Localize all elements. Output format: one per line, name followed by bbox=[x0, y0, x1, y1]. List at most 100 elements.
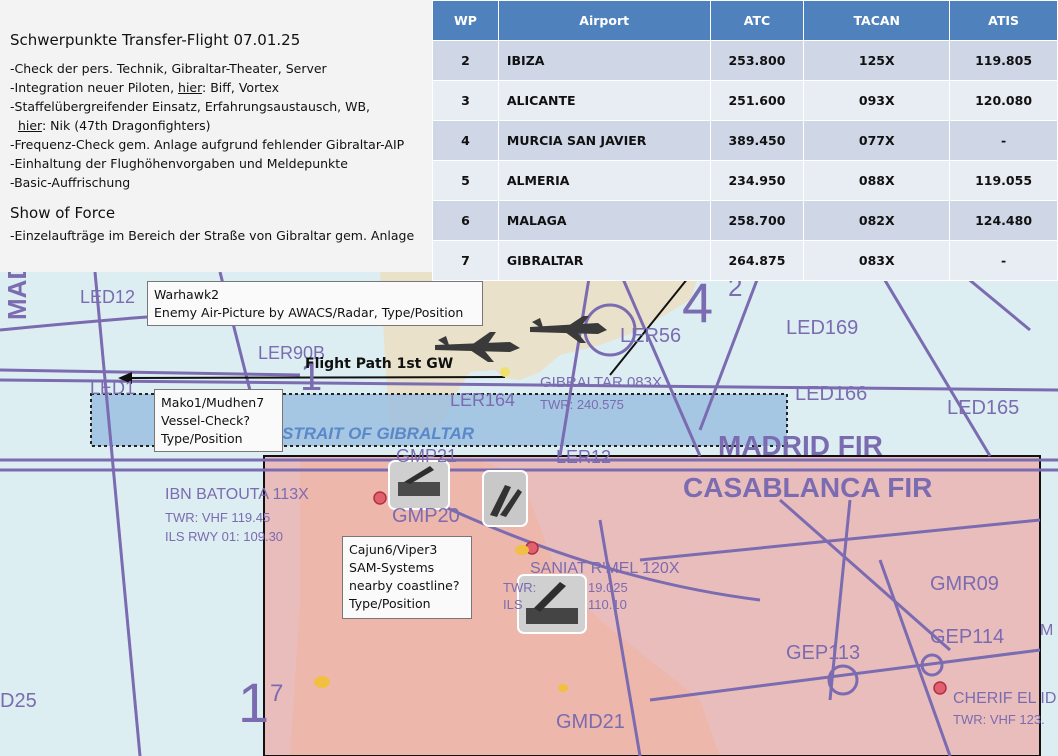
zone-number-1-7: 1 bbox=[238, 671, 270, 734]
briefing-item: -Frequenz-Check gem. Anlage aufgrund feh… bbox=[10, 137, 405, 152]
map-label-ler56: LER56 bbox=[620, 325, 682, 347]
map-label-ibn-batouta: IBN BATOUTA 113X bbox=[165, 486, 309, 503]
cell-tacan: 082X bbox=[803, 200, 951, 241]
table-row: 2 IBIZA 253.800 125X 119.805 bbox=[432, 40, 1058, 81]
cell-airport: GIBRALTAR bbox=[497, 240, 711, 281]
sam-system-image-1 bbox=[388, 460, 450, 510]
cell-airport: MALAGA bbox=[497, 200, 711, 241]
callout-cajun-detail: Type/Position bbox=[349, 596, 431, 611]
cell-tacan: 088X bbox=[803, 160, 951, 201]
table-row: 4 MURCIA SAN JAVIER 389.450 077X - bbox=[432, 120, 1058, 161]
callout-warhawk-callsign: Warhawk2 bbox=[154, 287, 220, 302]
cell-tacan: 083X bbox=[803, 240, 951, 281]
map-label-ler12: LER12 bbox=[556, 447, 612, 467]
map-label-led165: LED165 bbox=[947, 397, 1020, 419]
waypoint-table: WP Airport ATC TACAN ATIS 2 IBIZA 253.80… bbox=[432, 0, 1058, 281]
header-airport: Airport bbox=[497, 0, 711, 41]
briefing-item: -Einhaltung der Flughöhenvorgaben und Me… bbox=[10, 156, 348, 171]
cell-tacan: 077X bbox=[803, 120, 951, 161]
map-label-gmp20: GMP20 bbox=[392, 505, 460, 527]
cell-wp: 4 bbox=[432, 120, 499, 161]
briefing-item: -Integration neuer Piloten, hier: Biff, … bbox=[10, 80, 279, 95]
callout-cajun: Cajun6/Viper3 SAM-Systems nearby coastli… bbox=[342, 536, 472, 619]
callout-warhawk: Warhawk2 Enemy Air-Picture by AWACS/Rada… bbox=[147, 281, 483, 326]
sam-system-image-2 bbox=[482, 470, 528, 527]
map-label-saniat-twr: TWR: bbox=[503, 580, 537, 595]
callout-mako-callsign: Mako1/Mudhen7 bbox=[161, 395, 265, 410]
map-label-saniat-ils-freq: 110.10 bbox=[588, 597, 627, 612]
cell-airport: MURCIA SAN JAVIER bbox=[497, 120, 711, 161]
table-row: 7 GIBRALTAR 264.875 083X - bbox=[432, 240, 1058, 281]
callout-mako-detail: Type/Position bbox=[161, 431, 243, 446]
cell-wp: 2 bbox=[432, 40, 499, 81]
map-label-gep114: GEP114 bbox=[930, 626, 1005, 648]
cell-atis: 120.080 bbox=[949, 80, 1058, 121]
callout-mako-task: Vessel-Check? bbox=[161, 413, 251, 428]
map-label-madrid-fir: MADRID FIR bbox=[718, 430, 883, 461]
header-tacan: TACAN bbox=[803, 0, 951, 41]
briefing-title: Schwerpunkte Transfer-Flight 07.01.25 bbox=[10, 31, 301, 49]
briefing-item: hier: Nik (47th Dragonfighters) bbox=[17, 118, 211, 133]
cell-wp: 7 bbox=[432, 240, 499, 281]
map-label-gibraltar-twr: TWR: 240.575 bbox=[540, 397, 624, 412]
table-row: 5 ALMERIA 234.950 088X 119.055 bbox=[432, 160, 1058, 201]
map-label-led169: LED169 bbox=[786, 317, 859, 339]
zone-number-1-7-sup: 7 bbox=[270, 680, 284, 707]
table-header-row: WP Airport ATC TACAN ATIS bbox=[432, 0, 1058, 41]
cell-atc: 258.700 bbox=[709, 200, 805, 241]
map-label-gep113: GEP113 bbox=[786, 642, 861, 664]
map-label-strait: STRAIT OF GIBRALTAR bbox=[282, 424, 475, 443]
cell-atis: 124.480 bbox=[949, 200, 1058, 241]
map-label-led1: LED1 bbox=[90, 378, 136, 398]
map-label-led166: LED166 bbox=[795, 383, 868, 405]
cell-tacan: 093X bbox=[803, 80, 951, 121]
map-label-saniat-twr-freq: 19.025 bbox=[588, 580, 628, 595]
cell-atis: - bbox=[949, 120, 1058, 161]
callout-cajun-question: nearby coastline? bbox=[349, 578, 460, 593]
briefing-item: -Basic-Auffrischung bbox=[10, 175, 131, 190]
cell-wp: 6 bbox=[432, 200, 499, 241]
map-label-d25: D25 bbox=[0, 690, 37, 712]
cell-atc: 264.875 bbox=[709, 240, 805, 281]
map-label-gmr09: GMR09 bbox=[930, 573, 999, 595]
show-of-force-item: -Einzelaufträge im Bereich der Straße vo… bbox=[10, 228, 415, 243]
map-label-right-edge: M bbox=[1040, 622, 1054, 639]
callout-cajun-callsign: Cajun6/Viper3 bbox=[349, 542, 438, 557]
cell-airport: ALICANTE bbox=[497, 80, 711, 121]
cell-tacan: 125X bbox=[803, 40, 951, 81]
map-label-ibn-ils: ILS RWY 01: 109.30 bbox=[165, 529, 284, 544]
cell-atc: 253.800 bbox=[709, 40, 805, 81]
header-atis: ATIS bbox=[949, 0, 1058, 41]
briefing-panel: Schwerpunkte Transfer-Flight 07.01.25 -C… bbox=[0, 0, 432, 272]
table-row: 3 ALICANTE 251.600 093X 120.080 bbox=[432, 80, 1058, 121]
briefing-item: -Staffelübergreifender Einsatz, Erfahrun… bbox=[10, 99, 371, 114]
map-label-ibn-twr: TWR: VHF 119.45 bbox=[165, 510, 271, 525]
map-label-gmp21: GMP21 bbox=[396, 446, 458, 466]
map-label-cherif-twr: TWR: VHF 123. bbox=[953, 712, 1045, 727]
briefing-item: -Check der pers. Technik, Gibraltar-Thea… bbox=[10, 61, 327, 76]
cell-atis: - bbox=[949, 240, 1058, 281]
flight-path-label: Flight Path 1st GW bbox=[305, 356, 454, 372]
callout-mako: Mako1/Mudhen7 Vessel-Check? Type/Positio… bbox=[154, 389, 283, 452]
cell-airport: ALMERIA bbox=[497, 160, 711, 201]
map-label-saniat: SANIAT R'MEL 120X bbox=[530, 560, 680, 577]
cell-atis: 119.055 bbox=[949, 160, 1058, 201]
table-row: 6 MALAGA 258.700 082X 124.480 bbox=[432, 200, 1058, 241]
cell-atc: 389.450 bbox=[709, 120, 805, 161]
map-label-gmd21: GMD21 bbox=[556, 711, 625, 733]
map-label-saniat-ils: ILS bbox=[503, 597, 523, 612]
cell-wp: 3 bbox=[432, 80, 499, 121]
map-label-gibraltar: GIBRALTAR 083X bbox=[540, 374, 662, 391]
map-label-ler164: LER164 bbox=[450, 390, 516, 410]
callout-warhawk-task: Enemy Air-Picture by AWACS/Radar, Type/P… bbox=[154, 305, 464, 320]
cell-atis: 119.805 bbox=[949, 40, 1058, 81]
cell-airport: IBIZA bbox=[497, 40, 711, 81]
cell-atc: 251.600 bbox=[709, 80, 805, 121]
callout-cajun-task: SAM-Systems bbox=[349, 560, 435, 575]
cell-atc: 234.950 bbox=[709, 160, 805, 201]
header-wp: WP bbox=[432, 0, 499, 41]
cell-wp: 5 bbox=[432, 160, 499, 201]
show-of-force-title: Show of Force bbox=[10, 204, 116, 222]
map-label-led12: LED12 bbox=[80, 287, 136, 307]
map-label-casablanca-fir: CASABLANCA FIR bbox=[683, 472, 933, 503]
